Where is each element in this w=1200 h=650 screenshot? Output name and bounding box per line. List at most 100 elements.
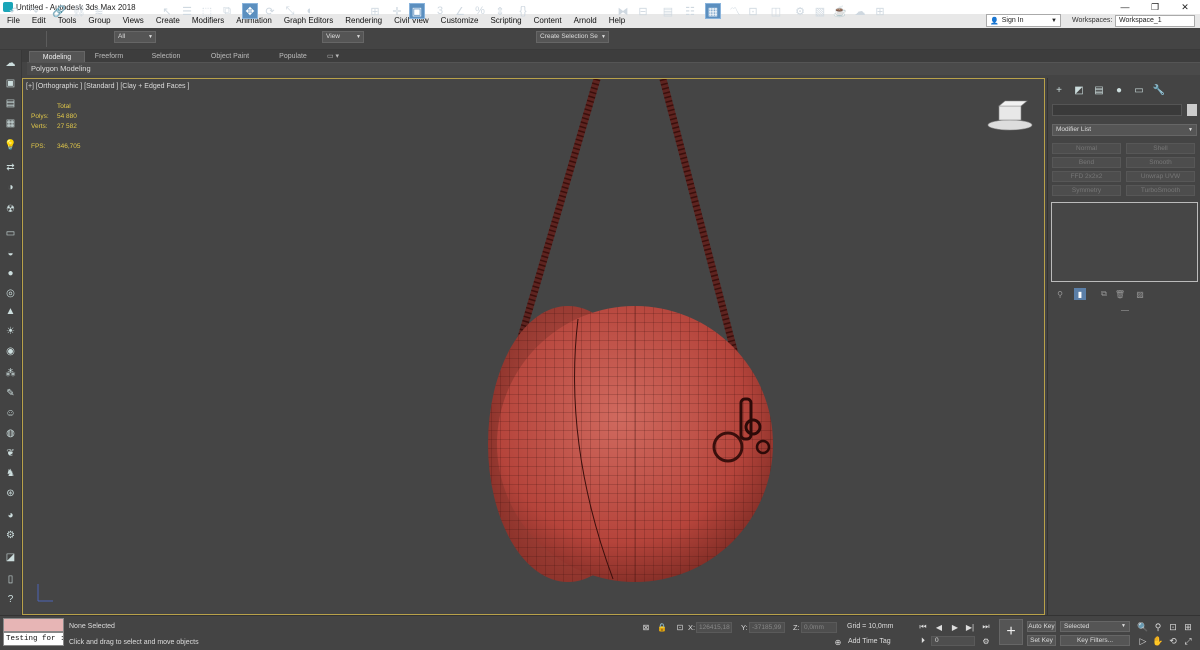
material-editor-icon[interactable]: ◫ bbox=[768, 3, 784, 19]
go-to-start-icon[interactable]: ⏮ bbox=[917, 621, 929, 633]
mirror-icon[interactable]: ⧓ bbox=[615, 3, 631, 19]
particles-icon[interactable]: ⁂ bbox=[3, 366, 18, 381]
make-unique-icon[interactable]: ⧉ bbox=[1098, 288, 1110, 300]
modifier-ffd-button[interactable]: FFD 2x2x2 bbox=[1052, 171, 1121, 182]
ribbon-options-icon[interactable]: ▭ ▾ bbox=[322, 51, 344, 62]
zoom-extents-icon[interactable]: ⊡ bbox=[1167, 621, 1179, 633]
create-icon[interactable]: ☁ bbox=[3, 56, 18, 71]
selection-filter-dropdown[interactable]: All ▼ bbox=[114, 31, 156, 43]
tab-populate[interactable]: Populate bbox=[270, 51, 316, 62]
render-icon[interactable]: ◪ bbox=[3, 550, 18, 565]
curve-editor-icon[interactable]: 〽 bbox=[727, 3, 743, 19]
sphere-icon[interactable]: ● bbox=[3, 266, 18, 281]
ribbon-toggle-icon[interactable]: ▦ bbox=[705, 3, 721, 19]
current-frame-field[interactable]: 0 bbox=[931, 636, 975, 646]
rendered-frame-window-icon[interactable]: ▧ bbox=[812, 3, 828, 19]
hemisphere-icon[interactable]: ◒ bbox=[3, 246, 18, 261]
selection-lock-icon[interactable]: 🔒 bbox=[656, 621, 668, 633]
time-tag-icon[interactable]: ⊕ bbox=[832, 636, 844, 648]
select-by-name-icon[interactable]: ☰ bbox=[179, 3, 195, 19]
configure-modifier-sets-icon[interactable]: ▨ bbox=[1134, 288, 1146, 300]
tab-selection[interactable]: Selection bbox=[143, 51, 189, 62]
orbit-icon[interactable]: ⟲ bbox=[1167, 635, 1179, 647]
zoom-extents-all-icon[interactable]: ⊞ bbox=[1182, 621, 1194, 633]
render-iterative-icon[interactable]: ☁ bbox=[852, 3, 868, 19]
viewcube[interactable] bbox=[987, 100, 1033, 131]
object-name-field[interactable] bbox=[1052, 104, 1182, 116]
align-icon[interactable]: ⊟ bbox=[635, 3, 651, 19]
y-coordinate-field[interactable]: -37185,99 bbox=[749, 622, 785, 633]
motion-tab-icon[interactable]: ● bbox=[1112, 83, 1126, 97]
scene-explorer-icon[interactable]: ▤ bbox=[660, 3, 676, 19]
help-icon[interactable]: ? bbox=[3, 592, 18, 607]
named-selection-dropdown[interactable]: Create Selection Se ▼ bbox=[536, 31, 609, 43]
gold-sphere-icon[interactable]: ◉ bbox=[3, 344, 18, 359]
pivot-center-icon[interactable]: ⊞ bbox=[367, 3, 383, 19]
mesh-sphere-icon[interactable]: ⊛ bbox=[3, 486, 18, 501]
z-coordinate-field[interactable]: 0,0mm bbox=[801, 622, 837, 633]
redo-icon[interactable]: ↷ bbox=[26, 3, 42, 19]
globe-icon[interactable]: ◍ bbox=[3, 426, 18, 441]
angle-snap-icon[interactable]: ∠ bbox=[452, 3, 468, 19]
modifier-normal-button[interactable]: Normal bbox=[1052, 143, 1121, 154]
scene-list-icon[interactable]: ▤ bbox=[3, 96, 18, 111]
bones-icon[interactable]: ☢ bbox=[3, 202, 18, 217]
render-a360-icon[interactable]: ⊞ bbox=[872, 3, 888, 19]
key-selection-dropdown[interactable]: Selected ▼ bbox=[1060, 621, 1130, 632]
select-rotate-icon[interactable]: ⟳ bbox=[262, 3, 278, 19]
maxscript-listener-output[interactable] bbox=[3, 618, 64, 632]
time-configuration-icon[interactable]: ⚙ bbox=[980, 635, 992, 647]
torus-icon[interactable]: ◎ bbox=[3, 286, 18, 301]
isolate-selection-icon[interactable]: ⊠ bbox=[640, 621, 652, 633]
utilities-tab-icon[interactable]: 🔧 bbox=[1152, 83, 1166, 97]
next-frame-icon[interactable]: ▶| bbox=[964, 621, 976, 633]
create-tab-icon[interactable]: + bbox=[1052, 83, 1066, 97]
show-end-result-icon[interactable]: ▮ bbox=[1074, 288, 1086, 300]
close-button[interactable]: ✕ bbox=[1170, 0, 1200, 14]
reference-coordinate-dropdown[interactable]: View ▼ bbox=[322, 31, 364, 43]
pin-stack-icon[interactable]: ⚲ bbox=[1054, 288, 1066, 300]
material-ball-icon[interactable]: ◕ bbox=[3, 508, 18, 523]
layers-icon[interactable]: ▦ bbox=[3, 116, 18, 131]
edit-named-selection-icon[interactable]: {} bbox=[515, 3, 531, 19]
rotate-view-icon[interactable]: ◑ bbox=[3, 180, 18, 195]
keyboard-shortcut-override-icon[interactable]: ▣ bbox=[409, 3, 425, 19]
field-of-view-icon[interactable]: ▷ bbox=[1137, 635, 1149, 647]
play-icon[interactable]: ▶ bbox=[949, 621, 961, 633]
maxscript-mini-listener[interactable]: Testing for : bbox=[3, 632, 64, 646]
tab-freeform[interactable]: Freeform bbox=[86, 51, 132, 62]
snaps-toggle-icon[interactable]: 3 bbox=[432, 3, 448, 19]
tab-object-paint[interactable]: Object Paint bbox=[200, 51, 260, 62]
render-production-icon[interactable]: ☕ bbox=[832, 3, 848, 19]
viewport[interactable]: [+] [Orthographic ] [Standard ] [Clay + … bbox=[22, 78, 1045, 615]
pen-icon[interactable]: ✎ bbox=[3, 386, 18, 401]
auto-key-button[interactable]: Auto Key bbox=[1027, 621, 1056, 632]
undo-icon[interactable]: ↶ bbox=[6, 3, 22, 19]
modifier-bend-button[interactable]: Bend bbox=[1052, 157, 1121, 168]
absolute-transform-icon[interactable]: ⊡ bbox=[674, 621, 686, 633]
x-coordinate-field[interactable]: 126415,18 bbox=[696, 622, 732, 633]
bind-space-warp-icon[interactable]: ≋ bbox=[91, 3, 107, 19]
pan-view-icon[interactable]: ✋ bbox=[1152, 635, 1164, 647]
modifier-list-dropdown[interactable]: Modifier List ▼ bbox=[1052, 124, 1197, 136]
layer-explorer-icon[interactable]: ☷ bbox=[682, 3, 698, 19]
modify-tab-icon[interactable]: ◩ bbox=[1072, 83, 1086, 97]
settings-icon[interactable]: ⚙ bbox=[3, 528, 18, 543]
workspace-select[interactable]: Workspace_1 bbox=[1115, 15, 1195, 27]
tab-modeling[interactable]: Modeling bbox=[29, 51, 85, 62]
key-mode-toggle-icon[interactable]: ⏵ bbox=[917, 635, 929, 647]
set-key-icon[interactable]: + bbox=[999, 619, 1023, 645]
modifier-symmetry-button[interactable]: Symmetry bbox=[1052, 185, 1121, 196]
hierarchy-tab-icon[interactable]: ▤ bbox=[1092, 83, 1106, 97]
key-filters-button[interactable]: Key Filters... bbox=[1060, 635, 1130, 646]
modifier-turbosmooth-button[interactable]: TurboSmooth bbox=[1126, 185, 1195, 196]
previous-frame-icon[interactable]: ◀ bbox=[933, 621, 945, 633]
walk-icon[interactable]: ♞ bbox=[3, 466, 18, 481]
placement-icon[interactable]: ◐ bbox=[302, 3, 318, 19]
link-icon[interactable]: 🔗 bbox=[51, 3, 67, 19]
go-to-end-icon[interactable]: ⏭ bbox=[980, 621, 992, 633]
sign-in-dropdown[interactable]: 👤 Sign In ▼ bbox=[986, 14, 1061, 27]
set-key-button[interactable]: Set Key bbox=[1027, 635, 1056, 646]
modifier-shell-button[interactable]: Shell bbox=[1126, 143, 1195, 154]
polygon-modeling-panel[interactable]: Polygon Modeling bbox=[31, 64, 91, 73]
